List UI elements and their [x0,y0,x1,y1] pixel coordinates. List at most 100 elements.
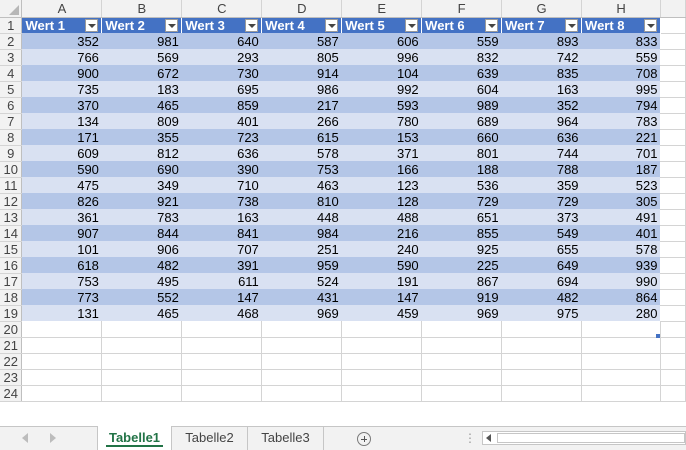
table-cell[interactable]: 780 [341,113,422,129]
table-cell[interactable]: 482 [501,289,582,305]
table-cell[interactable]: 969 [421,305,502,321]
row-header[interactable]: 23 [0,369,23,386]
table-cell[interactable]: 495 [101,273,182,289]
table-cell[interactable]: 841 [181,225,262,241]
table-cell[interactable]: 855 [421,225,502,241]
row-header[interactable]: 21 [0,337,23,354]
table-cell[interactable]: 463 [261,177,342,193]
empty-cell[interactable] [181,337,263,354]
select-all-corner[interactable] [0,0,23,18]
column-header-a[interactable]: A [21,0,103,18]
row-header[interactable]: 16 [0,257,23,274]
table-cell[interactable]: 590 [21,161,102,177]
row-header[interactable]: 11 [0,177,23,194]
empty-cell[interactable] [660,385,686,402]
table-cell[interactable]: 730 [181,65,262,81]
table-cell[interactable]: 729 [421,193,502,209]
table-cell[interactable]: 465 [101,97,182,113]
empty-cell[interactable] [660,193,686,210]
empty-cell[interactable] [581,337,661,354]
table-cell[interactable]: 651 [421,209,502,225]
empty-cell[interactable] [421,369,503,386]
table-cell[interactable]: 549 [501,225,582,241]
table-cell[interactable]: 672 [101,65,182,81]
table-cell[interactable]: 639 [421,65,502,81]
table-cell[interactable]: 536 [421,177,502,193]
column-header-d[interactable]: D [261,0,343,18]
row-header[interactable]: 10 [0,161,23,178]
table-cell[interactable]: 959 [261,257,342,273]
table-cell[interactable]: 183 [101,81,182,97]
table-header-cell[interactable]: Wert 6 [421,17,503,33]
scroll-left-icon[interactable] [486,434,491,442]
empty-cell[interactable] [261,353,343,370]
table-cell[interactable]: 893 [501,33,582,49]
table-cell[interactable]: 919 [421,289,502,305]
empty-cell[interactable] [181,369,263,386]
row-header[interactable]: 15 [0,241,23,258]
empty-cell[interactable] [501,369,583,386]
table-cell[interactable]: 355 [101,129,182,145]
dropdown-arrow-icon[interactable] [85,18,99,32]
row-header[interactable]: 9 [0,145,23,162]
empty-cell[interactable] [341,353,423,370]
empty-cell[interactable] [581,353,661,370]
table-cell[interactable]: 266 [261,113,342,129]
column-header-h[interactable]: H [581,0,661,18]
table-cell[interactable]: 104 [341,65,422,81]
table-cell[interactable]: 723 [181,129,262,145]
row-header[interactable]: 6 [0,97,23,114]
table-cell[interactable]: 753 [21,273,102,289]
dropdown-arrow-icon[interactable] [325,18,339,32]
empty-cell[interactable] [581,369,661,386]
row-header[interactable]: 4 [0,65,23,82]
row-header[interactable]: 7 [0,113,23,130]
empty-cell[interactable] [501,337,583,354]
row-header[interactable]: 8 [0,129,23,146]
table-cell[interactable]: 163 [181,209,262,225]
table-cell[interactable]: 615 [261,129,342,145]
table-cell[interactable]: 604 [421,81,502,97]
table-cell[interactable]: 225 [421,257,502,273]
table-cell[interactable]: 660 [421,129,502,145]
empty-cell[interactable] [21,385,103,402]
horizontal-scrollbar[interactable] [482,431,686,445]
table-cell[interactable]: 640 [181,33,262,49]
row-header[interactable]: 24 [0,385,23,402]
table-cell[interactable]: 695 [181,81,262,97]
row-header[interactable]: 5 [0,81,23,98]
table-cell[interactable]: 975 [501,305,582,321]
table-cell[interactable]: 859 [181,97,262,113]
row-header[interactable]: 17 [0,273,23,290]
table-cell[interactable]: 907 [21,225,102,241]
table-cell[interactable]: 293 [181,49,262,65]
table-cell[interactable]: 708 [581,65,661,81]
table-cell[interactable]: 826 [21,193,102,209]
table-cell[interactable]: 783 [581,113,661,129]
table-cell[interactable]: 128 [341,193,422,209]
empty-cell[interactable] [660,257,686,274]
table-cell[interactable]: 753 [261,161,342,177]
empty-cell[interactable] [581,321,661,338]
table-cell[interactable]: 939 [581,257,661,273]
empty-cell[interactable] [421,321,503,338]
table-cell[interactable]: 361 [21,209,102,225]
empty-cell[interactable] [660,129,686,146]
table-cell[interactable]: 123 [341,177,422,193]
table-cell[interactable]: 611 [181,273,262,289]
plus-circle-icon[interactable] [357,432,371,446]
empty-cell[interactable] [660,97,686,114]
empty-cell[interactable] [101,385,183,402]
sheet-tab-tabelle2[interactable]: Tabelle2 [172,426,248,450]
table-cell[interactable]: 844 [101,225,182,241]
table-cell[interactable]: 989 [421,97,502,113]
table-cell[interactable]: 401 [181,113,262,129]
table-cell[interactable]: 475 [21,177,102,193]
dropdown-arrow-icon[interactable] [245,18,259,32]
empty-cell[interactable] [660,273,686,290]
empty-cell[interactable] [660,33,686,50]
table-cell[interactable]: 552 [101,289,182,305]
table-cell[interactable]: 981 [101,33,182,49]
table-cell[interactable]: 788 [501,161,582,177]
empty-cell[interactable] [581,385,661,402]
